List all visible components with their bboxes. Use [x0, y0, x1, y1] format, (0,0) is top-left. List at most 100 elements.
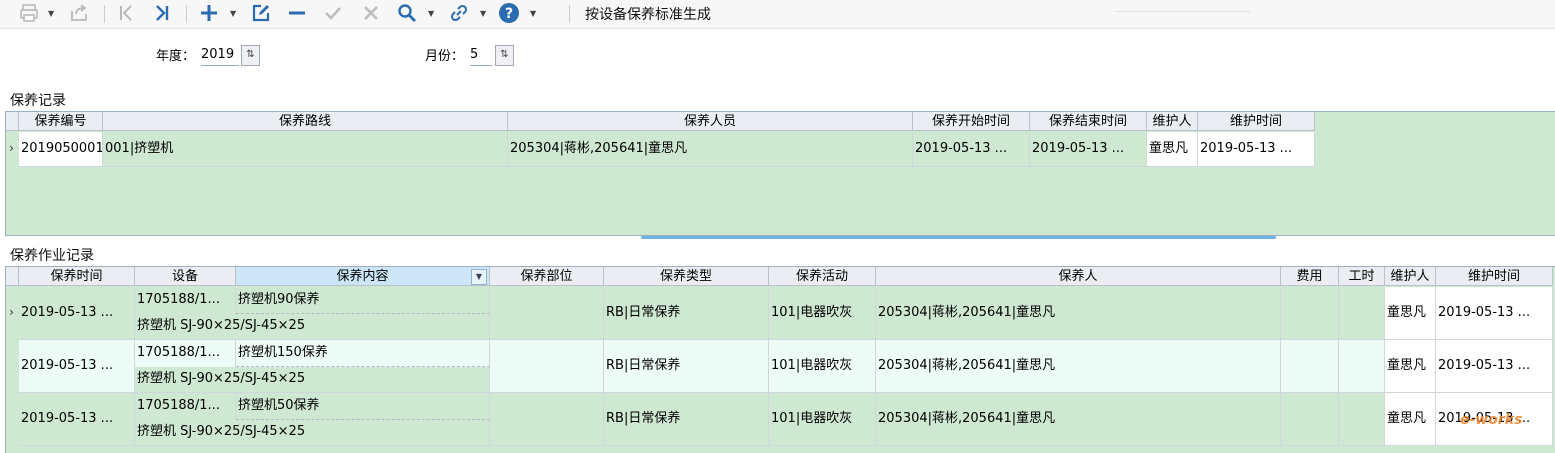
task-type-cell[interactable]: RB|日常保养 [604, 340, 769, 393]
task-type-cell[interactable]: RB|日常保养 [604, 393, 769, 446]
tasks-grid: 保养时间 设备 保养内容 ▼ 保养部位 保养类型 保养活动 保养人 费用 工时 … [5, 266, 1555, 453]
record-code-cell[interactable]: 2019050001 [19, 132, 103, 167]
task-content-cell[interactable]: 挤塑机150保养 [236, 340, 490, 367]
tasks-col-type[interactable]: 保养类型 [604, 267, 769, 286]
task-part-cell[interactable] [490, 287, 604, 340]
print-icon[interactable] [16, 0, 42, 26]
task-activity-cell[interactable]: 101|电器吹灰 [769, 340, 876, 393]
tasks-col-time[interactable]: 保养时间 [19, 267, 135, 286]
tasks-col-maintainer[interactable]: 维护人 [1385, 267, 1436, 286]
column-filter-dropdown-icon[interactable]: ▼ [471, 269, 487, 285]
month-label: 月份： [425, 49, 465, 64]
task-content-cell[interactable]: 挤塑机50保养 [236, 393, 490, 420]
year-label: 年度： [156, 49, 196, 64]
task-cost-cell[interactable] [1281, 287, 1339, 340]
link-icon[interactable] [446, 0, 472, 26]
task-person-cell[interactable]: 205304|蒋彬,205641|童思凡 [876, 340, 1281, 393]
edit-icon[interactable] [248, 0, 274, 26]
current-row-indicator-icon: › [9, 305, 14, 319]
tasks-col-content[interactable]: 保养内容 ▼ [236, 267, 490, 286]
task-content-cell[interactable]: 挤塑机90保养 [236, 287, 490, 314]
task-hours-cell[interactable] [1339, 287, 1385, 340]
task-time-cell[interactable]: 2019-05-13 ... [19, 393, 135, 446]
task-cost-cell[interactable] [1281, 393, 1339, 446]
record-start-cell[interactable]: 2019-05-13 ... [913, 132, 1030, 167]
records-col-end[interactable]: 保养结束时间 [1030, 112, 1147, 131]
print-dropdown-icon[interactable]: ▼ [48, 9, 54, 18]
svg-text:?: ? [505, 6, 513, 22]
task-device-code-cell[interactable]: 1705188/1... [135, 287, 236, 314]
task-type-cell[interactable]: RB|日常保养 [604, 287, 769, 340]
last-page-icon[interactable] [149, 0, 175, 26]
close-icon[interactable] [358, 0, 384, 26]
add-dropdown-icon[interactable]: ▼ [230, 9, 236, 18]
year-input[interactable]: 2019 [201, 46, 239, 66]
tasks-col-part[interactable]: 保养部位 [490, 267, 604, 286]
horizontal-scrollbar[interactable] [641, 236, 1276, 239]
task-time-cell[interactable]: 2019-05-13 ... [19, 340, 135, 393]
record-maintainer-cell[interactable]: 童思凡 [1147, 132, 1198, 167]
task-cost-cell[interactable] [1281, 340, 1339, 393]
record-mtime-cell[interactable]: 2019-05-13 ... [1198, 132, 1315, 167]
task-person-cell[interactable]: 205304|蒋彬,205641|童思凡 [876, 287, 1281, 340]
task-maintainer-cell[interactable]: 童思凡 [1385, 340, 1436, 393]
task-mtime-cell[interactable]: 2019-05-13 ... [1436, 287, 1553, 340]
check-icon[interactable] [320, 0, 346, 26]
first-page-icon[interactable] [113, 0, 139, 26]
add-icon[interactable] [196, 0, 222, 26]
generate-by-standard-button[interactable]: 按设备保养标准生成 [585, 4, 711, 24]
tasks-col-device[interactable]: 设备 [135, 267, 236, 286]
month-spinner-icon[interactable]: ⇅ [495, 45, 514, 66]
task-activity-cell[interactable]: 101|电器吹灰 [769, 393, 876, 446]
toolbar-separator [186, 5, 187, 23]
task-device-code-cell[interactable]: 1705188/1... [135, 393, 236, 420]
records-col-code[interactable]: 保养编号 [19, 112, 103, 131]
task-maintainer-cell[interactable]: 童思凡 [1385, 287, 1436, 340]
task-mtime-cell[interactable]: 2019-05-13 ... [1436, 340, 1553, 393]
records-col-start[interactable]: 保养开始时间 [913, 112, 1030, 131]
task-activity-cell[interactable]: 101|电器吹灰 [769, 287, 876, 340]
record-staff-cell[interactable]: 205304|蒋彬,205641|童思凡 [508, 132, 913, 167]
task-time-cell[interactable]: 2019-05-13 ... [19, 287, 135, 340]
export-icon[interactable] [66, 0, 92, 26]
task-device-name-cell[interactable]: 挤塑机 SJ-90×25/SJ-45×25 [135, 314, 490, 340]
watermark-logo: e-works [1460, 412, 1523, 428]
task-maintainer-cell[interactable]: 童思凡 [1385, 393, 1436, 446]
task-hours-cell[interactable] [1339, 393, 1385, 446]
records-grid: 保养编号 保养路线 保养人员 保养开始时间 保养结束时间 维护人 维护时间 › … [5, 111, 1555, 236]
help-icon[interactable]: ? [496, 0, 522, 26]
tasks-col-hours[interactable]: 工时 [1339, 267, 1385, 286]
tasks-col-cost[interactable]: 费用 [1281, 267, 1339, 286]
remove-icon[interactable] [284, 0, 310, 26]
month-input[interactable]: 5 [470, 46, 492, 66]
tasks-corner-cell [6, 267, 19, 286]
records-col-mtime[interactable]: 维护时间 [1198, 112, 1315, 131]
task-part-cell[interactable] [490, 340, 604, 393]
tasks-col-activity[interactable]: 保养活动 [769, 267, 876, 286]
task-device-name-cell[interactable]: 挤塑机 SJ-90×25/SJ-45×25 [135, 420, 490, 446]
toolbar-separator [104, 5, 105, 23]
toolbar-separator [569, 5, 570, 23]
task-person-cell[interactable]: 205304|蒋彬,205641|童思凡 [876, 393, 1281, 446]
search-icon[interactable] [394, 0, 420, 26]
record-end-cell[interactable]: 2019-05-13 ... [1030, 132, 1147, 167]
search-dropdown-icon[interactable]: ▼ [428, 9, 434, 18]
current-row-indicator-icon: › [9, 141, 14, 155]
task-device-code-cell[interactable]: 1705188/1... [135, 340, 236, 367]
record-route-cell[interactable]: 001|挤塑机 [103, 132, 508, 167]
records-col-staff[interactable]: 保养人员 [508, 112, 913, 131]
toolbar-divider-line [1115, 11, 1250, 12]
link-dropdown-icon[interactable]: ▼ [480, 9, 486, 18]
tasks-col-mtime[interactable]: 维护时间 [1436, 267, 1553, 286]
year-spinner-icon[interactable]: ⇅ [241, 45, 260, 66]
records-corner-cell [6, 112, 19, 131]
task-hours-cell[interactable] [1339, 340, 1385, 393]
help-dropdown-icon[interactable]: ▼ [530, 9, 536, 18]
tasks-col-person[interactable]: 保养人 [876, 267, 1281, 286]
records-section-title: 保养记录 [10, 93, 66, 109]
records-col-route[interactable]: 保养路线 [103, 112, 508, 131]
records-col-maintainer[interactable]: 维护人 [1147, 112, 1198, 131]
tasks-col-content-label: 保养内容 [336, 269, 389, 284]
task-part-cell[interactable] [490, 393, 604, 446]
task-device-name-cell[interactable]: 挤塑机 SJ-90×25/SJ-45×25 [135, 367, 490, 393]
